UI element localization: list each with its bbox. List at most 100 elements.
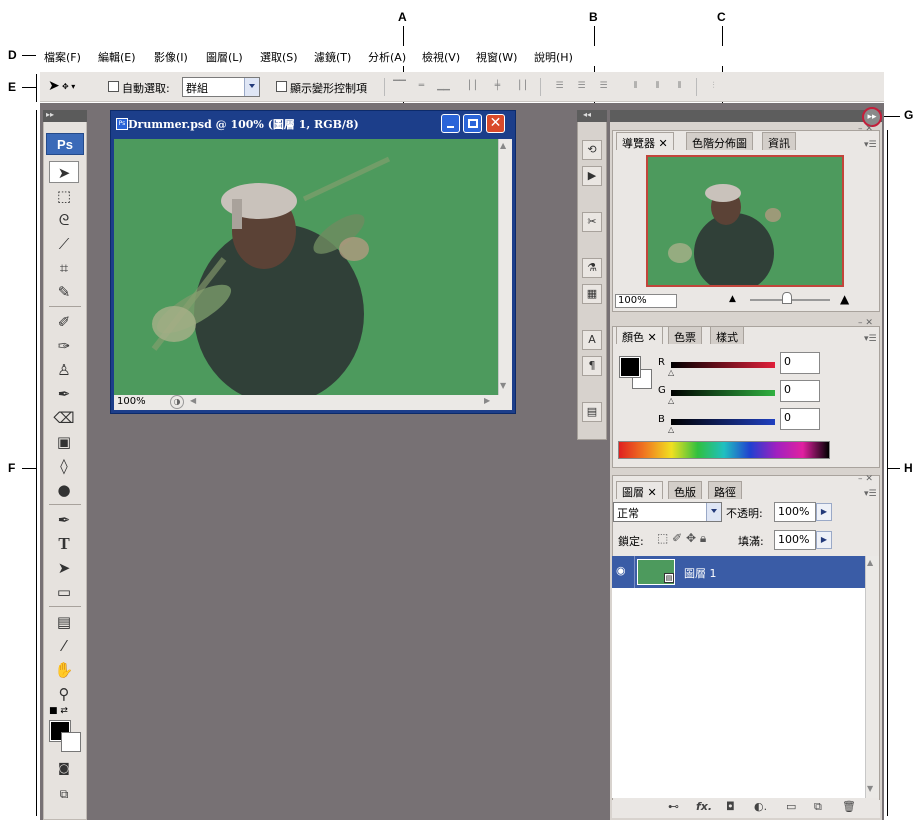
notes-tool-icon[interactable]: ▤ [49, 611, 79, 633]
tab-info[interactable]: 資訊 [762, 132, 796, 150]
tab-color[interactable]: 顏色 ✕ [616, 326, 663, 344]
distribute-vcenter-icon[interactable]: ☰ [574, 81, 588, 92]
healing-brush-tool-icon[interactable]: ✐ [49, 311, 79, 333]
crop-tool-icon[interactable]: ⌗ [49, 257, 79, 279]
tab-navigator[interactable]: 導覽器 ✕ [616, 132, 674, 150]
scroll-down-icon[interactable]: ▼ [500, 381, 506, 390]
new-group-icon[interactable]: ▭ [786, 800, 796, 813]
clone-stamp-tool-icon[interactable]: ♙ [49, 359, 79, 381]
align-bottom-icon[interactable]: ▁▁ [436, 81, 450, 92]
trash-icon[interactable]: 🗑︎ [842, 800, 856, 813]
tab-histogram[interactable]: 色階分佈圖 [686, 132, 753, 150]
eye-icon[interactable]: ◉ [616, 564, 632, 578]
lasso-tool-icon[interactable]: ᘓ [49, 209, 79, 231]
layer-row[interactable]: ◉ ▤ 圖層 1 [612, 556, 865, 588]
color-spectrum-bar[interactable] [618, 441, 830, 459]
red-slider-handle[interactable]: △ [668, 368, 674, 377]
dodge-tool-icon[interactable]: ● [49, 479, 79, 501]
zoom-in-icon[interactable]: ▲ [840, 292, 849, 306]
tool-preset-dropdown-icon[interactable]: ✥ ▾ [62, 82, 75, 91]
character-icon[interactable]: A [582, 330, 602, 350]
shape-tool-icon[interactable]: ▭ [49, 581, 79, 603]
actions-icon[interactable]: ▶ [582, 166, 602, 186]
navigator-thumbnail[interactable] [646, 155, 844, 287]
panel-menu-icon[interactable]: ▾☰ [864, 140, 877, 150]
history-brush-tool-icon[interactable]: ✒ [49, 383, 79, 405]
scroll-down-icon[interactable]: ▼ [867, 784, 873, 793]
gradient-tool-icon[interactable]: ▣ [49, 431, 79, 453]
scroll-up-icon[interactable]: ▲ [867, 558, 873, 567]
panel-column-header[interactable] [610, 110, 882, 122]
menu-window[interactable]: 視窗(W) [476, 49, 517, 65]
collapse-icon[interactable]: ◂◂ [583, 110, 591, 119]
zoom-tool-icon[interactable]: ⚲ [49, 683, 79, 705]
minimize-button[interactable] [441, 114, 460, 133]
panel-minimize-icon[interactable]: – ✕ [858, 474, 873, 484]
blue-slider-handle[interactable]: △ [668, 425, 674, 434]
blend-mode-dropdown[interactable]: 正常 [613, 502, 722, 522]
brushes-icon[interactable]: ⚗ [582, 258, 602, 278]
link-layers-icon[interactable]: ⊷ [668, 800, 679, 813]
blur-tool-icon[interactable]: ◊ [49, 455, 79, 477]
background-color-swatch[interactable] [61, 732, 81, 752]
blue-slider[interactable] [671, 419, 775, 425]
eyedropper-tool-icon[interactable]: ⁄ [49, 635, 79, 657]
navigator-zoom-field[interactable]: 100% [615, 294, 677, 308]
align-vcenter-icon[interactable]: ═ [414, 81, 428, 92]
scroll-up-icon[interactable]: ▲ [500, 141, 506, 150]
green-slider-handle[interactable]: △ [668, 396, 674, 405]
magic-wand-tool-icon[interactable]: ⟋ [49, 233, 79, 255]
color-panel-foreground-swatch[interactable] [619, 356, 641, 378]
menu-analysis[interactable]: 分析(A) [368, 49, 406, 65]
document-canvas[interactable] [114, 139, 498, 395]
default-colors-icon[interactable]: ■ ⇄ [49, 706, 68, 716]
pen-tool-icon[interactable]: ✒ [49, 509, 79, 531]
document-zoom[interactable]: 100% [117, 396, 146, 407]
toolbox-header[interactable]: ▸▸ [43, 110, 87, 122]
fill-arrow-icon[interactable]: ▶ [816, 531, 832, 549]
slice-tool-icon[interactable]: ✎ [49, 281, 79, 303]
panel-menu-icon[interactable]: ▾☰ [864, 489, 877, 499]
tab-channels[interactable]: 色版 [668, 481, 702, 499]
green-slider[interactable] [671, 390, 775, 396]
adjustment-layer-icon[interactable]: ◐. [754, 800, 767, 813]
align-top-icon[interactable]: ▔▔ [392, 81, 406, 92]
align-right-icon[interactable]: ▕▕ [512, 81, 526, 92]
distribute-hcenter-icon[interactable]: ⫴ [650, 81, 664, 92]
history-icon[interactable]: ⟲ [582, 140, 602, 160]
expand-icon[interactable]: ▸▸ [46, 110, 54, 119]
opacity-field[interactable]: 100% [774, 502, 816, 522]
maximize-button[interactable] [463, 114, 482, 133]
panel-minimize-icon[interactable]: – ✕ [858, 124, 873, 134]
move-tool-icon[interactable]: ➤ [48, 78, 60, 94]
auto-align-icon[interactable]: ⫶ [706, 81, 720, 92]
menu-file[interactable]: 檔案(F) [44, 49, 81, 65]
path-selection-tool-icon[interactable]: ➤ [49, 557, 79, 579]
status-info-icon[interactable]: ◑ [170, 395, 184, 409]
distribute-bottom-icon[interactable]: ☰ [596, 81, 610, 92]
align-hcenter-icon[interactable]: ╪ [490, 81, 504, 92]
tab-paths[interactable]: 路徑 [708, 481, 742, 499]
hand-tool-icon[interactable]: ✋ [49, 659, 79, 681]
dock-header[interactable]: ◂◂ [577, 110, 607, 122]
zoom-slider-handle[interactable] [782, 292, 792, 304]
close-button[interactable]: ✕ [486, 114, 505, 133]
menu-layer[interactable]: 圖層(L) [206, 49, 243, 65]
menu-view[interactable]: 檢視(V) [422, 49, 460, 65]
menu-help[interactable]: 說明(H) [534, 49, 573, 65]
distribute-right-icon[interactable]: ⫴ [672, 81, 686, 92]
layer-comps-icon[interactable]: ▤ [582, 402, 602, 422]
opacity-arrow-icon[interactable]: ▶ [816, 503, 832, 521]
new-layer-icon[interactable]: ⧉ [814, 800, 822, 814]
distribute-top-icon[interactable]: ☰ [552, 81, 566, 92]
zoom-out-icon[interactable]: ▲ [729, 294, 736, 304]
red-value-field[interactable]: 0 [780, 352, 820, 374]
auto-select-dropdown[interactable]: 群組 [182, 77, 260, 97]
green-value-field[interactable]: 0 [780, 380, 820, 402]
show-transform-checkbox[interactable] [276, 81, 287, 92]
fill-field[interactable]: 100% [774, 530, 816, 550]
clone-source-icon[interactable]: ▦ [582, 284, 602, 304]
tool-presets-icon[interactable]: ✂ [582, 212, 602, 232]
move-tool-icon[interactable]: ➤ [49, 161, 79, 183]
paragraph-icon[interactable]: ¶ [582, 356, 602, 376]
